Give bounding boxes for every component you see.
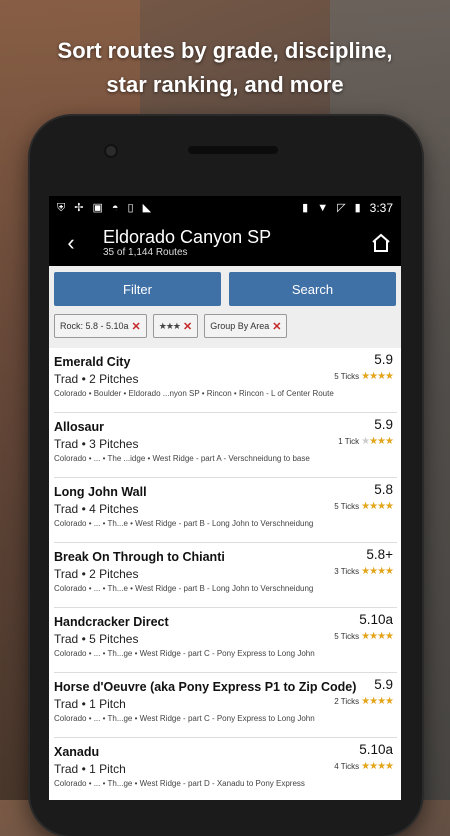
star-rating-filled: ★★★★ <box>361 501 394 512</box>
status-left-icons: ⛨ ✢ ▣ ◓ ▯ ◣ <box>57 202 151 214</box>
star-rating-icon: ★★★★ <box>361 371 394 382</box>
close-icon[interactable]: ✕ <box>132 320 141 333</box>
star-rating-icon: ★★★★ <box>361 696 394 707</box>
wifi-icon: ▼ <box>317 202 329 214</box>
close-icon[interactable]: ✕ <box>183 320 192 333</box>
speaker-grille <box>188 146 278 154</box>
page-title: Eldorado Canyon SP <box>103 227 272 247</box>
route-name: Emerald City <box>54 355 131 369</box>
route-ticks: 5 Ticks ★★★★ <box>334 631 394 642</box>
route-grade: 5.9 <box>374 352 393 367</box>
route-path: Colorado • ... • Th...e • West Ridge - p… <box>54 584 314 593</box>
route-item[interactable]: Allosaur Trad • 3 Pitches Colorado • ...… <box>54 413 397 478</box>
app-bar-titles: Eldorado Canyon SP 35 of 1,144 Routes <box>93 227 361 259</box>
route-count: 35 of 1,144 Routes <box>103 247 188 258</box>
star-rating-icon: ★★★★ <box>361 631 394 642</box>
grade-filter-chip[interactable]: Rock: 5.8 - 5.10a ✕ <box>54 314 147 338</box>
image-icon: ▣ <box>92 202 103 214</box>
route-path: Colorado • ... • Th...ge • West Ridge - … <box>54 714 315 723</box>
route-name: Horse d'Oeuvre (aka Pony Express P1 to Z… <box>54 680 357 694</box>
route-list: Emerald City Trad • 2 Pitches Colorado •… <box>49 348 401 800</box>
chip-label: Rock: 5.8 - 5.10a <box>60 321 129 331</box>
route-path: Colorado • ... • Th...ge • West Ridge - … <box>54 649 315 658</box>
button-row: Filter Search <box>54 272 396 306</box>
tablet-icon: ▯ <box>127 202 134 214</box>
stars-filter-chip[interactable]: ★★★ ✕ <box>152 314 199 338</box>
route-grade: 5.8+ <box>366 547 393 562</box>
tick-count: 5 Ticks <box>334 632 360 641</box>
vibrate-icon: ▮ <box>302 202 309 214</box>
route-name: Allosaur <box>54 420 105 434</box>
star-rating-filled: ★★★★ <box>361 371 394 382</box>
route-path: Colorado • ... • Th...ge • West Ridge - … <box>54 779 305 788</box>
promo-headline: Sort routes by grade, discipline, star r… <box>0 34 450 102</box>
star-rating-icon: ★★★ <box>158 320 181 331</box>
chip-label: Group By Area <box>210 321 270 331</box>
battery-icon: ▮ <box>354 202 361 214</box>
star-rating-icon: ★★★★ <box>361 501 394 512</box>
shield-icon: ⛨ <box>57 202 66 214</box>
route-path: Colorado • ... • The ...idge • West Ridg… <box>54 454 310 463</box>
tick-count: 5 Ticks <box>334 372 360 381</box>
filter-toolbar: Filter Search Rock: 5.8 - 5.10a ✕ ★★★ ✕ … <box>49 266 401 348</box>
star-rating-filled: ★★★★ <box>361 696 394 707</box>
route-name: Handcracker Direct <box>54 615 169 629</box>
pinwheel-icon: ✢ <box>74 202 84 214</box>
headline-line-1: Sort routes by grade, discipline, <box>57 38 393 63</box>
close-icon[interactable]: ✕ <box>272 320 281 333</box>
app-bar: ‹ Eldorado Canyon SP 35 of 1,144 Routes <box>49 220 401 266</box>
filter-button[interactable]: Filter <box>54 272 221 306</box>
route-ticks: 4 Ticks ★★★★ <box>334 761 394 772</box>
tick-count: 4 Ticks <box>334 762 360 771</box>
star-rating-filled: ★★★★ <box>361 631 394 642</box>
home-icon[interactable] <box>361 233 401 253</box>
status-right-icons: ▮ ▼ ◸ ▮ 3:37 <box>302 201 393 215</box>
route-ticks: 2 Ticks ★★★★ <box>334 696 394 707</box>
headline-line-2: star ranking, and more <box>106 72 344 97</box>
route-path: Colorado • ... • Th...e • West Ridge - p… <box>54 519 314 528</box>
no-signal-icon: ◸ <box>337 202 346 214</box>
star-rating-dim: ★ <box>361 436 370 447</box>
bell-icon: ◣ <box>142 202 152 214</box>
android-icon: ◓ <box>111 202 119 214</box>
star-rating-filled: ★★★ <box>369 436 394 447</box>
tick-count: 2 Ticks <box>334 697 360 706</box>
route-item[interactable]: Horse d'Oeuvre (aka Pony Express P1 to Z… <box>54 673 397 738</box>
star-rating-icon: ★★★★ <box>361 566 394 577</box>
app-screen: ⛨ ✢ ▣ ◓ ▯ ◣ ▮ ▼ ◸ ▮ 3:37 ‹ Eldorado Cany… <box>49 196 401 800</box>
tick-count: 1 Tick <box>338 437 360 446</box>
group-by-area-chip[interactable]: Group By Area ✕ <box>204 314 288 338</box>
route-grade: 5.10a <box>359 612 393 627</box>
search-button[interactable]: Search <box>229 272 396 306</box>
camera-icon <box>104 144 118 158</box>
status-bar: ⛨ ✢ ▣ ◓ ▯ ◣ ▮ ▼ ◸ ▮ 3:37 <box>49 196 401 220</box>
star-rating-icon: ★★★★ <box>361 761 394 772</box>
star-rating-icon: ★★★★ <box>361 436 394 447</box>
status-time: 3:37 <box>369 201 393 215</box>
route-name: Break On Through to Chianti <box>54 550 225 564</box>
route-grade: 5.10a <box>359 742 393 757</box>
route-path: Colorado • Boulder • Eldorado ...nyon SP… <box>54 389 334 398</box>
tick-count: 3 Ticks <box>334 567 360 576</box>
route-ticks: 5 Ticks ★★★★ <box>334 371 394 382</box>
route-grade: 5.9 <box>374 677 393 692</box>
route-grade: 5.8 <box>374 482 393 497</box>
route-name: Long John Wall <box>54 485 147 499</box>
route-ticks: 3 Ticks ★★★★ <box>334 566 394 577</box>
star-rating-filled: ★★★★ <box>361 566 394 577</box>
back-arrow-icon[interactable]: ‹ <box>49 230 93 256</box>
filter-chips: Rock: 5.8 - 5.10a ✕ ★★★ ✕ Group By Area … <box>54 306 396 344</box>
route-grade: 5.9 <box>374 417 393 432</box>
route-item[interactable]: Break On Through to Chianti Trad • 2 Pit… <box>54 543 397 608</box>
route-item[interactable]: Long John Wall Trad • 4 Pitches Colorado… <box>54 478 397 543</box>
star-rating-filled: ★★★★ <box>361 761 394 772</box>
phone-frame: ⛨ ✢ ▣ ◓ ▯ ◣ ▮ ▼ ◸ ▮ 3:37 ‹ Eldorado Cany… <box>30 116 422 836</box>
route-item[interactable]: Emerald City Trad • 2 Pitches Colorado •… <box>54 348 397 413</box>
tick-count: 5 Ticks <box>334 502 360 511</box>
route-ticks: 5 Ticks ★★★★ <box>334 501 394 512</box>
route-ticks: 1 Tick ★★★★ <box>338 436 394 447</box>
route-item[interactable]: Xanadu Trad • 1 Pitch Colorado • ... • T… <box>54 738 397 800</box>
route-item[interactable]: Handcracker Direct Trad • 5 Pitches Colo… <box>54 608 397 673</box>
route-name: Xanadu <box>54 745 100 759</box>
